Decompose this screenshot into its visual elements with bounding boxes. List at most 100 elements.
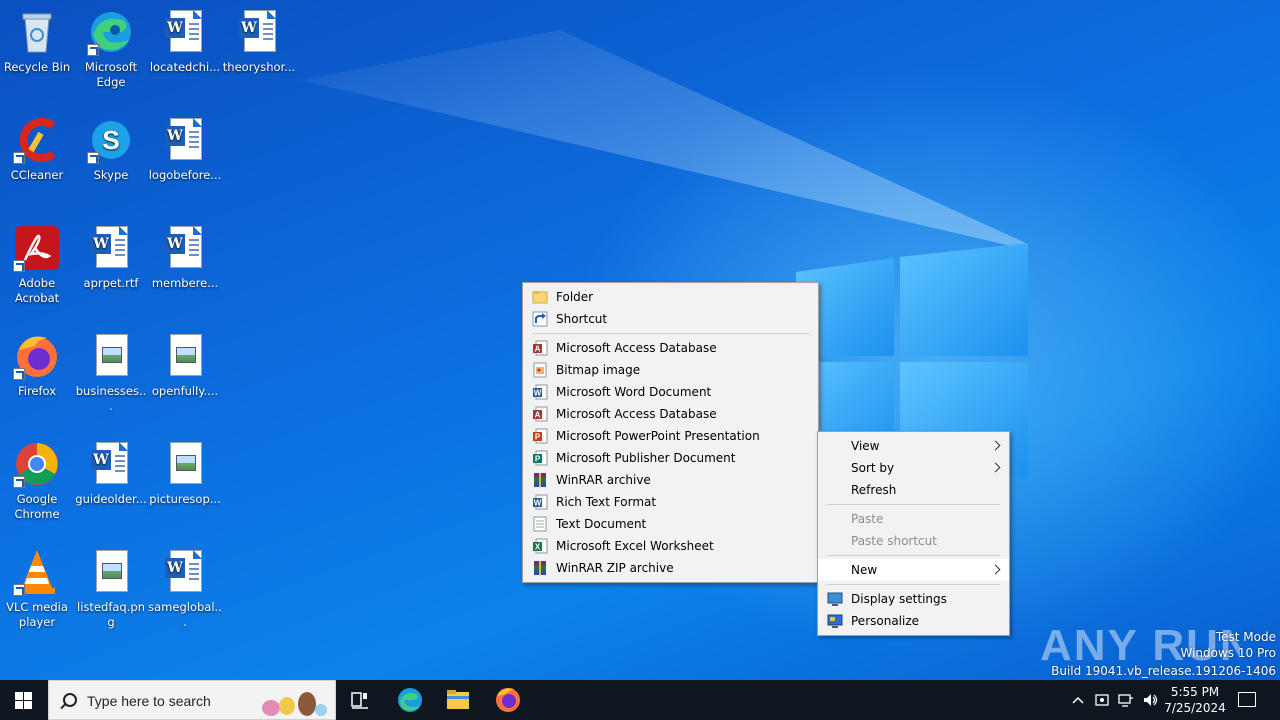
- menu-paste[interactable]: Paste: [818, 508, 1009, 530]
- menu-separator: [827, 584, 1000, 585]
- new-submenu-item[interactable]: W Rich Text Format: [523, 491, 818, 513]
- clock-date: 7/25/2024: [1164, 701, 1226, 715]
- chrome-icon: [13, 440, 61, 488]
- menu-personalize[interactable]: Personalize: [818, 610, 1009, 632]
- desktop-icon-label: sameglobal...: [148, 600, 222, 629]
- test-mode-text: Test Mode: [1215, 630, 1276, 644]
- desktop-icon[interactable]: Wlocatedchi...: [148, 8, 222, 75]
- volume-icon[interactable]: [1142, 692, 1158, 708]
- taskbar-search[interactable]: [48, 680, 336, 720]
- menu-view[interactable]: View: [818, 435, 1009, 457]
- new-submenu-item-label: Text Document: [556, 517, 647, 531]
- menu-personalize-label: Personalize: [851, 614, 920, 628]
- access-icon: A: [532, 340, 548, 356]
- new-submenu-item[interactable]: Folder: [523, 286, 818, 308]
- ccleaner-icon: [13, 116, 61, 164]
- network-icon[interactable]: [1118, 692, 1134, 708]
- taskbar-firefox[interactable]: [484, 680, 532, 720]
- desktop-icon[interactable]: picturesop...: [148, 440, 222, 507]
- file-explorer-icon: [447, 690, 469, 709]
- desktop-icon[interactable]: Waprpet.rtf: [74, 224, 148, 291]
- menu-refresh[interactable]: Refresh: [818, 479, 1009, 501]
- desktop-icon[interactable]: Wsameglobal...: [148, 548, 222, 630]
- menu-display-settings[interactable]: Display settings: [818, 588, 1009, 610]
- new-submenu-item[interactable]: W Microsoft Word Document: [523, 381, 818, 403]
- taskbar-file-explorer[interactable]: [434, 680, 482, 720]
- desktop-icon-label: listedfaq.png: [77, 600, 145, 629]
- new-submenu-item-label: Microsoft Word Document: [556, 385, 712, 399]
- new-submenu-item[interactable]: A Microsoft Access Database: [523, 403, 818, 425]
- chevron-right-icon: [990, 564, 1001, 575]
- shortcut-arrow-icon: [87, 44, 99, 56]
- taskbar-clock[interactable]: 5:55 PM 7/25/2024: [1160, 684, 1230, 716]
- new-submenu-item[interactable]: Bitmap image: [523, 359, 818, 381]
- new-submenu-item[interactable]: Shortcut: [523, 308, 818, 330]
- svg-text:X: X: [535, 543, 541, 552]
- build-text: Build 19041.vb_release.191206-1406: [1051, 664, 1276, 678]
- new-submenu-item-label: Bitmap image: [556, 363, 641, 377]
- word-doc-icon: W: [87, 224, 135, 272]
- new-submenu-item[interactable]: Text Document: [523, 513, 818, 535]
- image-file-icon: [161, 332, 209, 380]
- desktop-icon-label: Google Chrome: [14, 492, 60, 521]
- desktop-icon[interactable]: Wguideolder...: [74, 440, 148, 507]
- desktop-icon[interactable]: Microsoft Edge: [74, 8, 148, 90]
- desktop-icon[interactable]: S Skype: [74, 116, 148, 183]
- task-view-button[interactable]: [336, 680, 384, 720]
- shortcut-arrow-icon: [87, 152, 99, 164]
- menu-sort-by[interactable]: Sort by: [818, 457, 1009, 479]
- vlc-icon: [13, 548, 61, 596]
- svg-text:S: S: [102, 125, 119, 155]
- desktop-icon[interactable]: Firefox: [0, 332, 74, 399]
- publisher-icon: P: [532, 450, 548, 466]
- start-button[interactable]: [0, 680, 48, 720]
- desktop-icon[interactable]: listedfaq.png: [74, 548, 148, 630]
- winrar-zip-icon: [532, 560, 548, 576]
- task-view-icon: [351, 692, 368, 709]
- desktop-icon[interactable]: Wtheoryshor...: [222, 8, 296, 75]
- personalize-icon: [827, 613, 843, 629]
- firefox-icon: [496, 688, 520, 712]
- desktop-icon[interactable]: VLC media player: [0, 548, 74, 630]
- desktop-icon[interactable]: Adobe Acrobat: [0, 224, 74, 306]
- desktop-icon[interactable]: CCleaner: [0, 116, 74, 183]
- taskbar-edge[interactable]: [386, 680, 434, 720]
- menu-paste-shortcut[interactable]: Paste shortcut: [818, 530, 1009, 552]
- desktop-icon[interactable]: Google Chrome: [0, 440, 74, 522]
- desktop-icon[interactable]: businesses...: [74, 332, 148, 414]
- edge-icon: [87, 8, 135, 56]
- desktop-icon[interactable]: openfully....: [148, 332, 222, 399]
- search-highlight-decoration-icon: [262, 692, 327, 716]
- desktop-icon-label: guideolder...: [75, 492, 147, 506]
- desktop-icon[interactable]: Wlogobefore...: [148, 116, 222, 183]
- word-doc-icon: W: [161, 548, 209, 596]
- shortcut-arrow-icon: [13, 584, 25, 596]
- menu-paste-shortcut-label: Paste shortcut: [851, 534, 937, 548]
- input-indicator-icon[interactable]: [1094, 692, 1110, 708]
- desktop-icon-label: VLC media player: [6, 600, 68, 629]
- new-submenu-item[interactable]: A Microsoft Access Database: [523, 337, 818, 359]
- display-settings-icon: [827, 591, 843, 607]
- desktop-icon[interactable]: Wmembere...: [148, 224, 222, 291]
- show-hidden-icons-chevron-icon[interactable]: [1070, 692, 1086, 708]
- new-submenu-item[interactable]: P Microsoft PowerPoint Presentation: [523, 425, 818, 447]
- word-doc-icon: W: [87, 440, 135, 488]
- svg-text:P: P: [535, 433, 541, 442]
- new-submenu-item[interactable]: WinRAR ZIP archive: [523, 557, 818, 579]
- clock-time: 5:55 PM: [1170, 685, 1220, 699]
- desktop-icon-label: Skype: [93, 168, 129, 182]
- notification-center-icon[interactable]: [1238, 692, 1256, 707]
- new-submenu-item-label: Microsoft Access Database: [556, 341, 717, 355]
- word-doc-icon: W: [235, 8, 283, 56]
- new-submenu-item[interactable]: X Microsoft Excel Worksheet: [523, 535, 818, 557]
- menu-new[interactable]: New: [818, 559, 1009, 581]
- word-doc-icon: W: [161, 116, 209, 164]
- new-submenu-item[interactable]: WinRAR archive: [523, 469, 818, 491]
- menu-refresh-label: Refresh: [851, 483, 897, 497]
- word-doc-icon: W: [161, 8, 209, 56]
- skype-icon: S: [87, 116, 135, 164]
- desktop-icon[interactable]: Recycle Bin: [0, 8, 74, 75]
- new-submenu-item[interactable]: P Microsoft Publisher Document: [523, 447, 818, 469]
- svg-text:P: P: [535, 455, 541, 464]
- bitmap-icon: [532, 362, 548, 378]
